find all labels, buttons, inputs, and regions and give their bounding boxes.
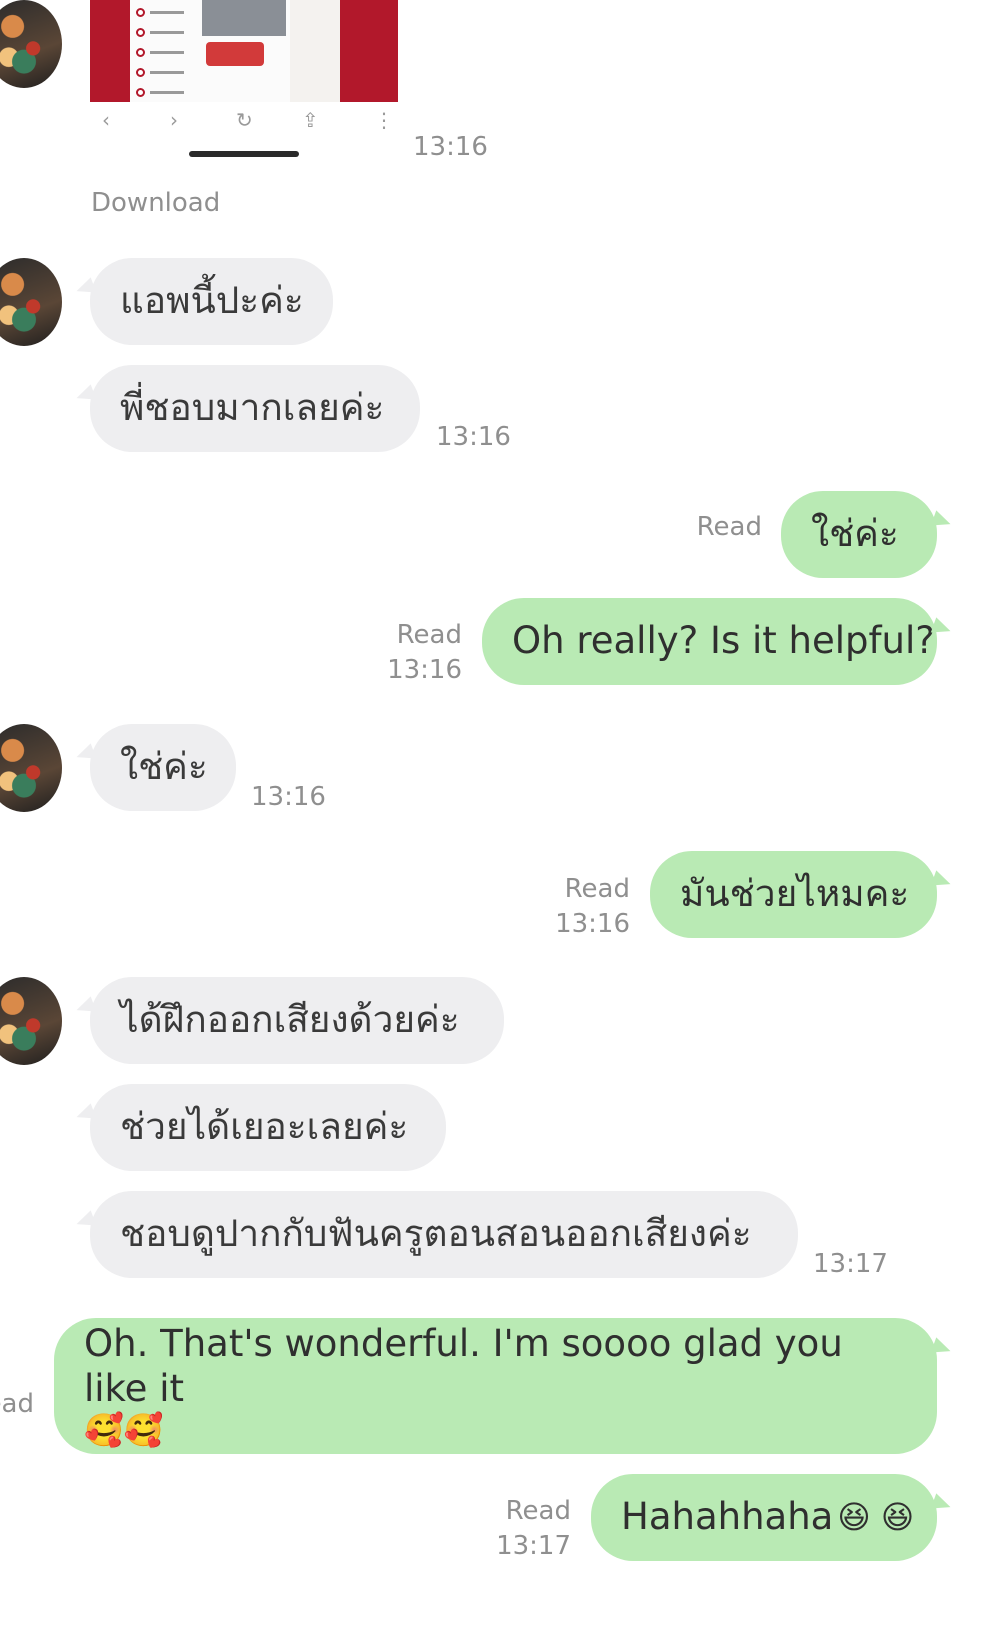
outgoing-message-bubble[interactable]: Oh really? Is it helpful? (482, 598, 937, 685)
contact-avatar[interactable] (0, 0, 62, 88)
outgoing-message-bubble[interactable]: Oh. That's wonderful. I'm soooo glad you… (54, 1318, 937, 1454)
message-time: 13:16 (555, 909, 630, 939)
read-receipt: Read (505, 1496, 571, 1526)
message-time: 13:17 (813, 1249, 888, 1279)
download-link[interactable]: Download (91, 186, 220, 221)
message-text: ได้ฝึกออกเสียงด้วยค่ะ (120, 998, 460, 1042)
home-indicator-bar (189, 151, 299, 157)
incoming-message-bubble[interactable]: ชอบดูปากกับฟันครูตอนสอนออกเสียงค่ะ (90, 1191, 798, 1278)
outgoing-message-bubble[interactable]: Hahahhaha 😆 😆 (591, 1474, 937, 1561)
read-receipt: Read (564, 874, 630, 904)
read-receipt: Read (696, 512, 762, 542)
contact-avatar[interactable] (0, 724, 62, 812)
incoming-message-bubble[interactable]: ช่วยได้เยอะเลยค่ะ (90, 1084, 446, 1171)
message-text: มันช่วยไหมคะ (680, 872, 910, 916)
incoming-message-bubble[interactable]: ได้ฝึกออกเสียงด้วยค่ะ (90, 977, 504, 1064)
shared-screenshot-image[interactable] (90, 0, 398, 102)
message-time: 13:16 (436, 422, 511, 452)
back-arrow-icon: ‹ (102, 108, 110, 132)
read-receipt: ead (0, 1389, 34, 1419)
message-text: Oh. That's wonderful. I'm soooo glad you… (84, 1322, 843, 1410)
contact-avatar[interactable] (0, 258, 62, 346)
outgoing-message-bubble[interactable]: มันช่วยไหมคะ (650, 851, 937, 938)
message-time: 13:16 (413, 132, 488, 162)
message-time: 13:16 (387, 655, 462, 685)
read-receipt: Read (396, 620, 462, 650)
message-text: ชอบดูปากกับฟันครูตอนสอนออกเสียงค่ะ (120, 1212, 752, 1256)
message-text: ช่วยได้เยอะเลยค่ะ (120, 1105, 409, 1149)
smiling-face-with-hearts-emoji: 🥰🥰 (84, 1411, 164, 1450)
incoming-message-bubble[interactable]: แอพนี้ปะค่ะ (90, 258, 333, 345)
message-text: Hahahhaha (621, 1495, 834, 1539)
outgoing-message-bubble[interactable]: ใช่ค่ะ (781, 491, 937, 578)
shared-image-browser-toolbar: ‹ › ↻ ⇪ ⋮ (90, 104, 398, 140)
message-time: 13:16 (251, 782, 326, 812)
laughing-face-emoji: 😆 😆 (837, 1498, 915, 1537)
message-time: 13:17 (496, 1531, 571, 1561)
contact-avatar[interactable] (0, 977, 62, 1065)
message-text: พี่ชอบมากเลยค่ะ (120, 386, 385, 430)
share-icon: ⇪ (302, 108, 319, 132)
reload-icon: ↻ (236, 108, 253, 132)
message-text: แอพนี้ปะค่ะ (120, 279, 304, 323)
message-text: Oh really? Is it helpful? (512, 619, 935, 663)
more-icon: ⋮ (374, 108, 394, 132)
message-text: ใช่ค่ะ (811, 512, 899, 556)
forward-arrow-icon: › (170, 108, 178, 132)
message-text: ใช่ค่ะ (120, 745, 208, 789)
incoming-message-bubble[interactable]: พี่ชอบมากเลยค่ะ (90, 365, 420, 452)
incoming-message-bubble[interactable]: ใช่ค่ะ (90, 724, 236, 811)
